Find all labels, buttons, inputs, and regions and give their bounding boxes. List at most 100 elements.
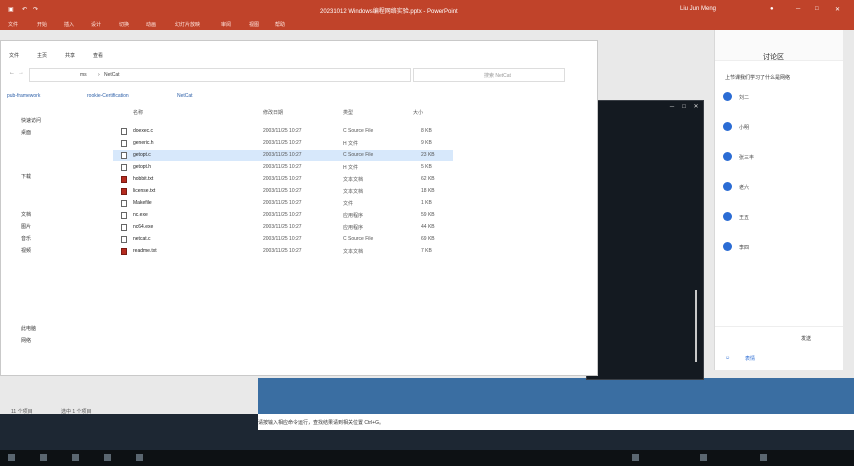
address-part[interactable]: ms [80,72,87,78]
menu-help[interactable]: 帮助 [275,21,285,28]
breadcrumb[interactable]: rookie-Certification [87,93,129,99]
nav-item[interactable]: 音乐 [21,235,31,242]
file-type: 应用程序 [343,225,364,231]
taskbar-app-icon[interactable] [72,454,79,461]
user-avatar-icon [723,92,732,101]
table-row[interactable]: generic.h 2003/11/25 10:27 H 文件 9 KB [113,138,453,149]
file-name: hobbit.txt [133,176,154,182]
slide-notes[interactable]: 请按输入相应命令运行，查找结果请到相关位置 Ctrl+G。 [258,414,854,430]
discussion-item[interactable]: 刘二 [723,92,833,104]
menu-transitions[interactable]: 切换 [119,21,129,28]
taskbar-app-icon[interactable] [136,454,143,461]
tray-icon[interactable] [760,454,767,461]
menu-design[interactable]: 设计 [91,21,101,28]
nav-item[interactable]: 视频 [21,247,31,254]
send-button[interactable]: 发送 [801,335,811,342]
terminal-window[interactable]: ─ □ ✕ [586,100,704,380]
file-icon [121,128,127,135]
column-header-date[interactable]: 修改日期 [263,109,283,116]
menu-animations[interactable]: 动画 [146,21,156,28]
window-title: 20231012 Windows编程网络实验.pptx - PowerPoint [320,9,458,15]
maximize-icon[interactable]: □ [815,6,819,12]
discussion-item[interactable]: 老六 [723,182,833,194]
file-icon [121,188,127,195]
discussion-item-label: 小明 [739,125,750,131]
user-avatar-icon [723,242,732,251]
save-icon[interactable]: ▣ [8,6,14,13]
address-bar[interactable]: ms › NetCat [29,68,411,82]
slide-canvas[interactable] [258,378,854,414]
table-row[interactable]: license.txt 2003/11/25 10:27 文本文档 18 KB [113,186,453,197]
nav-item[interactable]: 快速访问 [21,117,41,124]
table-row[interactable]: Makefile 2003/11/25 10:27 文件 1 KB [113,198,453,209]
tab-home[interactable]: 主页 [37,52,47,59]
column-header-type[interactable]: 类型 [343,109,353,116]
start-icon[interactable] [8,454,15,461]
column-header-name[interactable]: 名称 [133,109,143,116]
file-type: 文件 [343,201,354,207]
redo-icon[interactable]: ↷ [33,6,38,13]
tray-icon[interactable] [700,454,707,461]
menu-slideshow[interactable]: 幻灯片放映 [175,21,200,28]
discussion-item[interactable]: 李四 [723,242,833,254]
taskbar-app-icon[interactable] [40,454,47,461]
file-explorer-window: 文件 主页 共享 查看 ← → ms › NetCat 搜索 NetCat pu… [0,40,598,415]
file-size: 62 KB [421,176,435,182]
taskbar-app-icon[interactable] [104,454,111,461]
nav-item[interactable]: 此电脑 [21,325,36,332]
nav-item[interactable]: 下载 [21,173,31,180]
user-avatar-icon [723,122,732,131]
terminal-scrollbar[interactable] [695,290,697,362]
file-size: 18 KB [421,188,435,194]
back-icon[interactable]: ← [9,70,15,76]
file-type: H 文件 [343,165,359,171]
discussion-item[interactable]: 小明 [723,122,833,134]
search-input[interactable]: 搜索 NetCat [413,68,565,82]
nav-item[interactable]: 网络 [21,337,31,344]
nav-item[interactable]: 文档 [21,211,31,218]
undo-icon[interactable]: ↶ [22,6,27,13]
table-row[interactable]: nc.exe 2003/11/25 10:27 应用程序 59 KB [113,210,453,221]
file-icon [121,212,127,219]
taskbar [0,450,854,466]
nav-item[interactable]: 桌面 [21,129,31,136]
nav-item[interactable]: 图片 [21,223,31,230]
tab-share[interactable]: 共享 [65,52,75,59]
terminal-minimize-icon[interactable]: ─ [669,104,675,110]
table-row[interactable]: netcat.c 2003/11/25 10:27 C Source File 69 … [113,234,453,245]
table-row[interactable]: doexec.c 2003/11/25 10:27 C Source File 8 K… [113,126,453,137]
discussion-item[interactable]: 王五 [723,212,833,224]
address-part[interactable]: NetCat [104,72,120,78]
user-name[interactable]: Liu Jun Meng [680,6,716,12]
avatar[interactable]: ● [770,6,774,12]
menu-file[interactable]: 文件 [8,21,18,28]
table-row[interactable]: getopt.h 2003/11/25 10:27 H 文件 5 KB [113,162,453,173]
terminal-close-icon[interactable]: ✕ [693,104,699,110]
table-row[interactable]: hobbit.txt 2003/11/25 10:27 文本文档 62 KB [113,174,453,185]
table-row[interactable]: getopt.c 2003/11/25 10:27 C Source File 23 … [113,150,453,161]
tray-icon[interactable] [632,454,639,461]
terminal-maximize-icon[interactable]: □ [681,104,687,110]
breadcrumb[interactable]: NetCat [177,93,193,99]
tab-view[interactable]: 查看 [93,52,103,59]
discussion-subtitle: 上节课我们学习了什么是网络 [725,75,791,81]
notes-text: 请按输入相应命令运行，查找结果请到相关位置 Ctrl+G。 [258,420,384,426]
breadcrumb[interactable]: pub-framework [7,93,40,99]
emoji-icon[interactable]: ☺ [725,355,730,361]
table-row[interactable]: nc64.exe 2003/11/25 10:27 应用程序 44 KB [113,222,453,233]
forward-icon[interactable]: → [18,70,24,76]
tab-file[interactable]: 文件 [9,52,19,59]
close-icon[interactable]: ✕ [835,6,840,13]
emoji-button[interactable]: 表情 [745,355,755,362]
column-header-size[interactable]: 大小 [413,109,423,116]
menu-insert[interactable]: 插入 [64,21,74,28]
discussion-item-label: 刘二 [739,95,750,101]
file-size: 44 KB [421,224,435,230]
table-row[interactable]: readme.txt 2003/11/25 10:27 文本文档 7 KB [113,246,453,257]
menu-view[interactable]: 视图 [249,21,259,28]
menu-review[interactable]: 审阅 [221,21,231,28]
file-name: nc.exe [133,212,148,218]
minimize-icon[interactable]: ─ [796,6,800,12]
discussion-item[interactable]: 张三丰 [723,152,833,164]
menu-home[interactable]: 开始 [37,21,47,28]
